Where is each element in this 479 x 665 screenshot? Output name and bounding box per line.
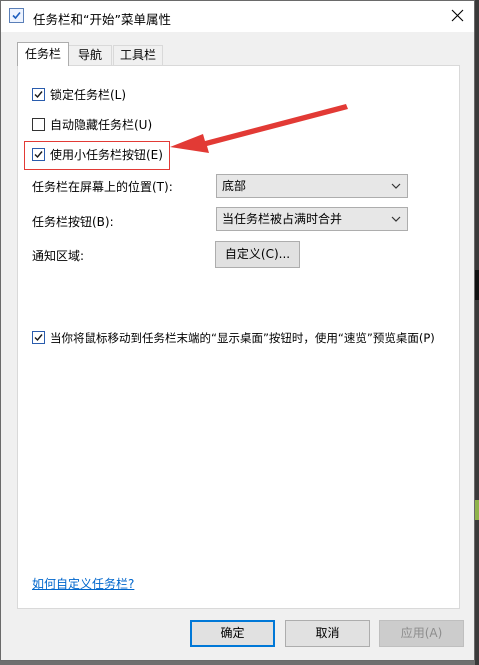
chevron-down-icon	[391, 183, 401, 189]
checkbox-box[interactable]	[32, 118, 45, 131]
checkmark-icon	[34, 151, 43, 159]
apply-button[interactable]: 应用(A)	[379, 620, 464, 647]
checkbox-box[interactable]	[32, 88, 45, 101]
close-button[interactable]	[441, 1, 474, 31]
title-bar: 任务栏和“开始”菜单属性	[1, 1, 474, 32]
checkbox-label: 当你将鼠标移动到任务栏末端的“显示桌面”按钮时，使用“速览”预览桌面(P)	[50, 331, 435, 345]
customize-notification-button[interactable]: 自定义(C)...	[215, 241, 300, 268]
taskbar-position-label: 任务栏在屏幕上的位置(T):	[32, 180, 173, 194]
tab-label: 任务栏	[24, 47, 61, 61]
taskbar-buttons-label: 任务栏按钮(B):	[32, 215, 114, 229]
checkbox-box[interactable]	[32, 331, 45, 344]
ok-button[interactable]: 确定	[190, 620, 275, 647]
checkbox-label: 使用小任务栏按钮(E)	[50, 148, 163, 162]
window-title: 任务栏和“开始”菜单属性	[33, 12, 171, 27]
properties-dialog: 任务栏和“开始”菜单属性 任务栏 导航 工具栏 锁定任务栏(L) 自动隐藏任务栏…	[0, 0, 475, 661]
cancel-button[interactable]: 取消	[285, 620, 370, 647]
taskbar-position-select[interactable]: 底部	[216, 174, 408, 198]
notification-area-label: 通知区域:	[32, 249, 85, 263]
checkmark-icon	[34, 334, 43, 342]
taskbar-settings-icon	[9, 8, 24, 23]
checkbox-label: 锁定任务栏(L)	[50, 88, 127, 102]
background-window-strip	[475, 500, 479, 520]
tab-navigation[interactable]: 导航	[68, 45, 112, 65]
background-window-strip	[475, 0, 479, 665]
checkbox-label: 自动隐藏任务栏(U)	[50, 118, 153, 132]
tab-toolbars[interactable]: 工具栏	[113, 45, 163, 65]
select-value: 当任务栏被占满时合并	[222, 212, 343, 226]
help-link[interactable]: 如何自定义任务栏?	[32, 576, 134, 592]
tab-label: 工具栏	[119, 48, 156, 62]
chevron-down-icon	[391, 216, 401, 222]
taskbar-buttons-select[interactable]: 当任务栏被占满时合并	[216, 207, 408, 231]
checkbox-box[interactable]	[32, 148, 45, 161]
checkmark-icon	[34, 91, 43, 99]
tab-taskbar[interactable]: 任务栏	[17, 42, 69, 66]
select-value: 底部	[222, 179, 247, 193]
background-window-strip	[475, 270, 479, 300]
tab-label: 导航	[77, 48, 102, 62]
close-icon	[451, 9, 464, 22]
